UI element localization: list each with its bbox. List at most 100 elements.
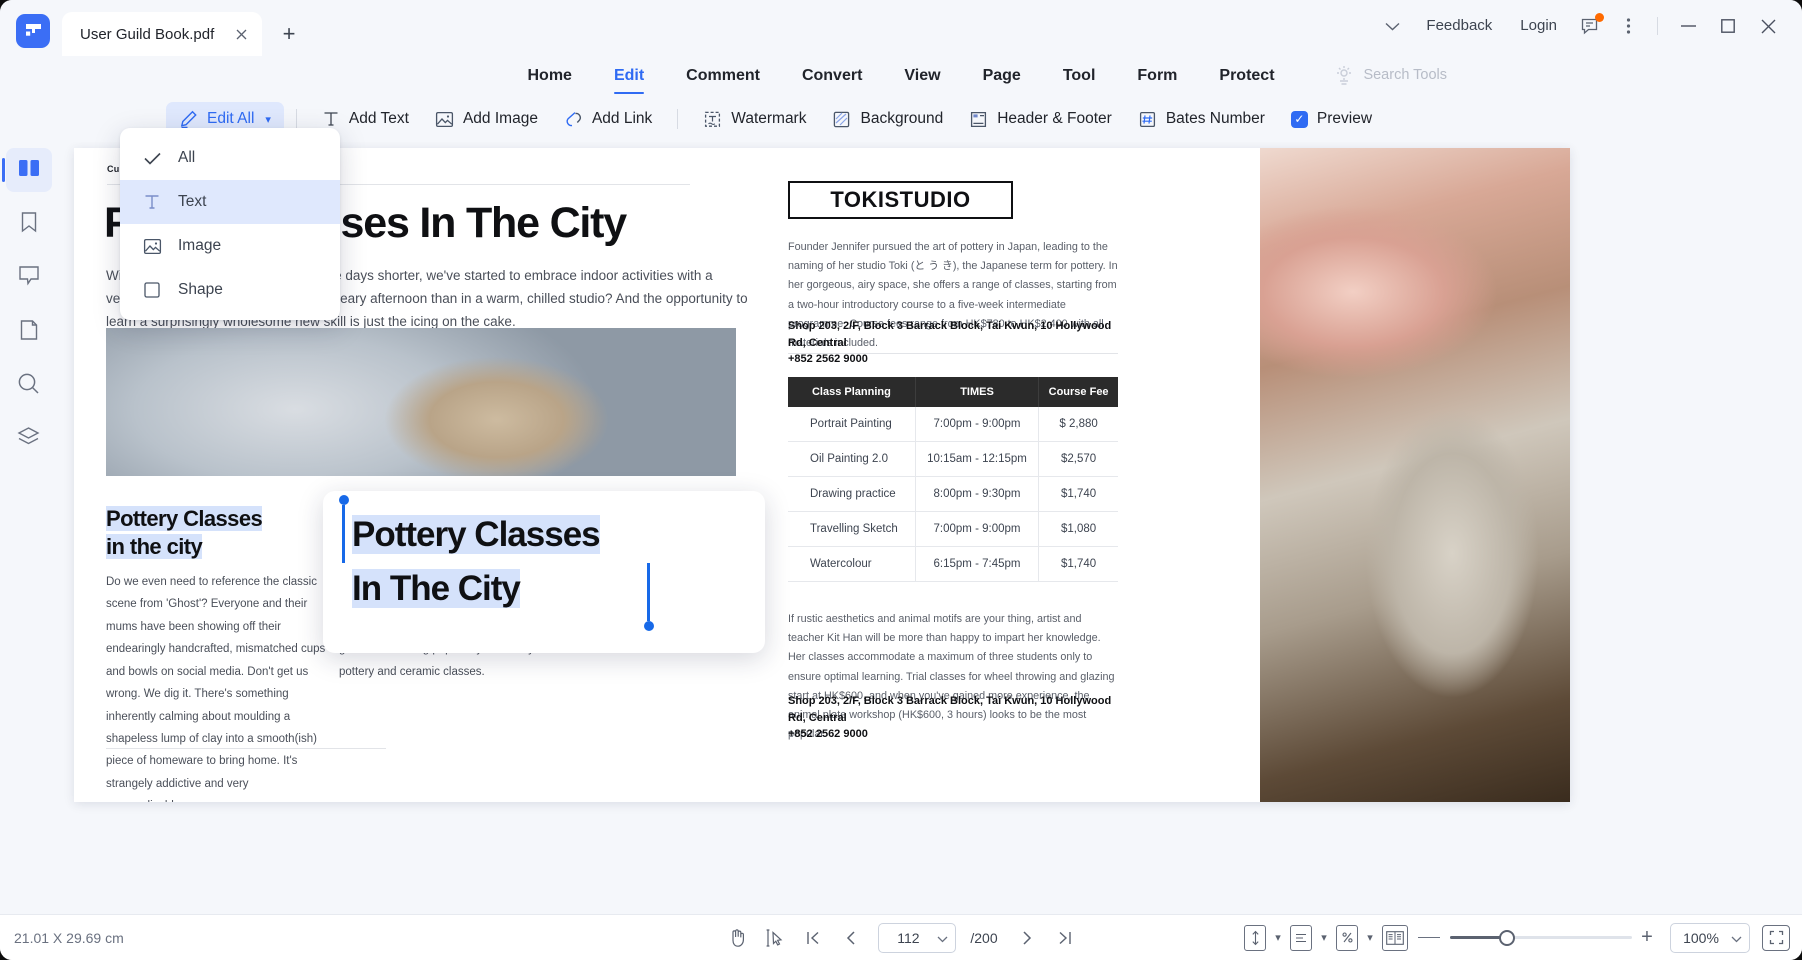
chevron-down-icon[interactable] — [1372, 9, 1412, 43]
bates-number-button[interactable]: Bates Number — [1125, 102, 1278, 136]
zoom-in-button[interactable]: + — [1634, 926, 1660, 949]
page-layout-icon[interactable] — [1290, 925, 1312, 951]
sidebar-item-bookmarks[interactable] — [6, 202, 52, 246]
zoom-level-input[interactable]: 100% — [1670, 923, 1750, 953]
pottery-wheel-photo — [106, 328, 736, 476]
tab-view[interactable]: View — [883, 56, 961, 96]
tab-page[interactable]: Page — [962, 56, 1042, 96]
dropdown-item-all[interactable]: All — [120, 136, 340, 180]
document-subheading[interactable]: Pottery Classes in the city — [106, 505, 306, 561]
image-icon — [142, 237, 162, 256]
layers-icon — [17, 426, 40, 454]
table-cell-fee: $1,080 — [1039, 512, 1118, 547]
table-header-course-fee: Course Fee — [1039, 377, 1118, 407]
divider — [677, 109, 678, 129]
edit-line-1[interactable]: Pottery Classes — [352, 515, 600, 555]
login-link[interactable]: Login — [1506, 9, 1571, 43]
chevron-down-icon[interactable]: ▾ — [1314, 931, 1334, 944]
search-tools[interactable]: Search Tools — [1333, 64, 1447, 86]
subheading-line-2: in the city — [106, 534, 202, 559]
maximize-button[interactable] — [1708, 9, 1748, 43]
tab-tool[interactable]: Tool — [1042, 56, 1117, 96]
background-button[interactable]: Background — [819, 102, 956, 136]
more-options-icon[interactable] — [1609, 9, 1647, 43]
table-row: Oil Painting 2.0 10:15am - 12:15pm $2,57… — [788, 442, 1118, 477]
close-window-button[interactable] — [1748, 9, 1788, 43]
background-icon — [832, 110, 851, 129]
slider-knob[interactable] — [1499, 930, 1515, 946]
close-tab-icon[interactable] — [230, 23, 252, 45]
background-label: Background — [860, 110, 943, 128]
zoom-level-value: 100% — [1671, 930, 1731, 946]
sidebar-item-thumbnails[interactable] — [6, 148, 52, 192]
preview-toggle[interactable]: ✓ Preview — [1278, 102, 1385, 136]
divider — [1657, 17, 1658, 35]
previous-page-button[interactable] — [834, 923, 868, 953]
tab-edit[interactable]: Edit — [593, 56, 665, 96]
notification-badge — [1595, 13, 1604, 22]
chevron-down-icon[interactable] — [937, 930, 948, 946]
minimize-button[interactable] — [1668, 9, 1708, 43]
watermark-icon — [703, 110, 722, 129]
tab-protect[interactable]: Protect — [1198, 56, 1295, 96]
text-icon — [322, 110, 340, 128]
sidebar-item-attachments[interactable] — [6, 310, 52, 354]
dropdown-item-image[interactable]: Image — [120, 224, 340, 268]
first-page-button[interactable] — [796, 923, 830, 953]
divider — [106, 748, 386, 749]
select-tool-icon[interactable] — [758, 923, 792, 953]
edit-line-2[interactable]: In The City — [352, 569, 520, 609]
zoom-out-button[interactable] — [1418, 937, 1440, 939]
selection-handle-end[interactable] — [647, 563, 650, 621]
chevron-down-icon[interactable]: ▾ — [1268, 931, 1288, 944]
table-cell-class: Drawing practice — [788, 477, 915, 512]
tab-form[interactable]: Form — [1116, 56, 1198, 96]
messages-icon[interactable] — [1571, 9, 1609, 43]
add-image-button[interactable]: Add Image — [422, 102, 551, 136]
edit-line-1-text: Pottery Classes — [352, 515, 600, 554]
zoom-preset-icon[interactable] — [1336, 925, 1358, 951]
last-page-button[interactable] — [1048, 923, 1082, 953]
feedback-link[interactable]: Feedback — [1412, 9, 1506, 43]
table-cell-class: Oil Painting 2.0 — [788, 442, 915, 477]
page-number-input[interactable]: 112 — [878, 923, 956, 953]
sidebar-item-layers[interactable] — [6, 418, 52, 462]
table-row: Travelling Sketch 7:00pm - 9:00pm $1,080 — [788, 512, 1118, 547]
table-header-times: TIMES — [915, 377, 1038, 407]
dropdown-item-text[interactable]: Text — [120, 180, 340, 224]
studio-address-2[interactable]: Shop 203, 2/F, Block 3 Barrack Block, Ta… — [788, 693, 1118, 743]
chevron-down-icon[interactable] — [1731, 930, 1742, 946]
text-edit-box[interactable]: Pottery Classes In The City — [323, 491, 765, 653]
tab-comment[interactable]: Comment — [665, 56, 781, 96]
zoom-slider[interactable] — [1450, 930, 1632, 946]
new-tab-button[interactable]: + — [272, 17, 306, 51]
document-tab[interactable]: User Guild Book.pdf — [62, 12, 262, 56]
scroll-direction-icon[interactable] — [1244, 925, 1266, 951]
fit-screen-button[interactable] — [1762, 925, 1790, 951]
check-icon — [142, 152, 162, 165]
link-icon — [564, 110, 583, 129]
document-body-column-1[interactable]: Do we even need to reference the classic… — [106, 571, 328, 802]
tab-home[interactable]: Home — [506, 56, 592, 96]
app-logo-icon — [16, 14, 50, 48]
tab-convert[interactable]: Convert — [781, 56, 883, 96]
book-view-icon[interactable] — [1382, 925, 1408, 951]
hand-tool-icon[interactable] — [720, 923, 754, 953]
dropdown-item-shape[interactable]: Shape — [120, 268, 340, 312]
chevron-down-icon[interactable]: ▾ — [1360, 931, 1380, 944]
status-bar: 21.01 X 29.69 cm 112 /200 — [0, 914, 1802, 960]
selection-handle-start[interactable] — [342, 505, 345, 563]
sidebar-item-search[interactable] — [6, 364, 52, 408]
table-cell-time: 10:15am - 12:15pm — [915, 442, 1038, 477]
watermark-button[interactable]: Watermark — [690, 102, 819, 136]
next-page-button[interactable] — [1010, 923, 1044, 953]
sidebar-item-comments[interactable] — [6, 256, 52, 300]
add-link-button[interactable]: Add Link — [551, 102, 665, 136]
watermark-label: Watermark — [731, 110, 806, 128]
studio-address-1[interactable]: Shop 203, 2/F, Block 3 Barrack Block, Ta… — [788, 318, 1118, 368]
divider — [296, 109, 297, 129]
address-line-1: Shop 203, 2/F, Block 3 Barrack Block, Ta… — [788, 695, 1111, 724]
checkbox-checked-icon: ✓ — [1291, 111, 1308, 128]
preview-label: Preview — [1317, 110, 1372, 128]
header-footer-button[interactable]: Header & Footer — [956, 102, 1125, 136]
